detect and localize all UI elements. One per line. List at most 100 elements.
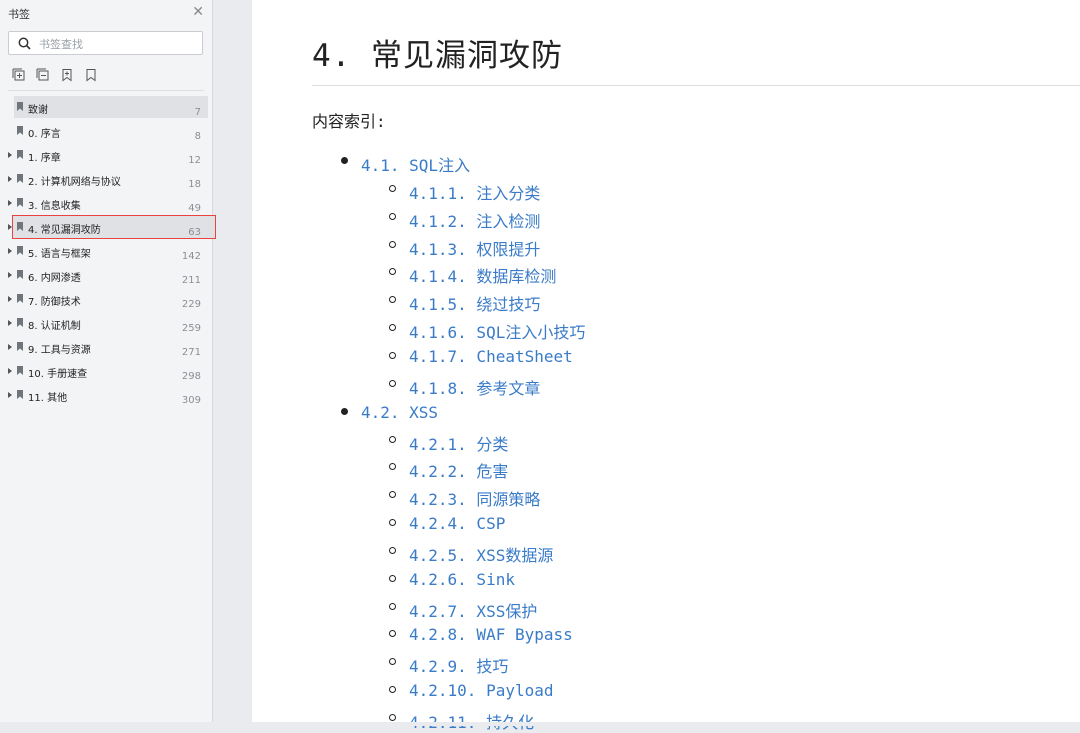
expand-arrow-icon[interactable] (8, 392, 12, 398)
toc-link-text[interactable]: 4.1.3. 权限提升 (409, 236, 540, 260)
circle-bullet-icon (389, 575, 396, 582)
toc-link-text[interactable]: 4.2.8. WAF Bypass (409, 625, 573, 644)
bookmark-item[interactable]: 11. 其他 309 (0, 383, 213, 407)
bookmark-page-number: 49 (188, 203, 201, 214)
circle-bullet-icon (389, 324, 396, 331)
circle-bullet-icon (389, 630, 396, 637)
bookmark-label: 5. 语言与框架 (28, 249, 91, 260)
circle-bullet-icon (389, 296, 396, 303)
bookmark-label: 4. 常见漏洞攻防 (28, 225, 101, 236)
circle-bullet-icon (389, 352, 396, 359)
search-icon (18, 37, 31, 50)
toc-link-text[interactable]: 4.1.8. 参考文章 (409, 375, 540, 399)
expand-all-icon[interactable] (12, 68, 26, 82)
bookmark-item[interactable]: 2. 计算机网络与协议 18 (0, 167, 213, 191)
toc-link-text[interactable]: 4.1.2. 注入检测 (409, 208, 540, 232)
circle-bullet-icon (389, 547, 396, 554)
bookmark-panel: 书签 ✕ 致谢70. 序言81. 序章122. 计算机网络与协议183. 信息收… (0, 0, 216, 726)
bookmark-label: 0. 序言 (28, 129, 61, 140)
expand-arrow-icon[interactable] (8, 272, 12, 278)
expand-arrow-icon[interactable] (8, 176, 12, 182)
bookmark-item[interactable]: 4. 常见漏洞攻防 63 (0, 215, 216, 239)
add-bookmark-icon[interactable] (60, 68, 74, 82)
collapse-all-icon[interactable] (36, 68, 50, 82)
expand-arrow-icon[interactable] (8, 200, 12, 206)
bookmark-page-number: 8 (194, 131, 201, 142)
toc-link-text[interactable]: 4.2.1. 分类 (409, 431, 508, 455)
document-page: 4. 常见漏洞攻防 内容索引: 4.1. SQL注入 4.1.1. 注入分类 4.1… (252, 0, 1080, 732)
bookmark-label: 6. 内网渗透 (28, 273, 81, 284)
toc-link-text[interactable]: 4.1.4. 数据库检测 (409, 263, 556, 287)
circle-bullet-icon (389, 268, 396, 275)
bookmark-icon[interactable] (84, 68, 98, 82)
toc-link-text[interactable]: 4.1.7. CheatSheet (409, 347, 573, 366)
toc-link-text[interactable]: 4.2.9. 技巧 (409, 653, 508, 677)
bookmark-label: 8. 认证机制 (28, 321, 81, 332)
expand-arrow-icon[interactable] (8, 152, 12, 158)
close-icon[interactable]: ✕ (192, 4, 204, 20)
circle-bullet-icon (389, 491, 396, 498)
bookmark-item[interactable]: 3. 信息收集 49 (0, 191, 213, 215)
toc-link-text[interactable]: 4.2.5. XSS数据源 (409, 542, 553, 566)
expand-arrow-icon[interactable] (8, 368, 12, 374)
bookmark-label: 9. 工具与资源 (28, 345, 91, 356)
bookmark-page-number: 18 (188, 179, 201, 190)
circle-bullet-icon (389, 603, 396, 610)
bullet-icon (341, 408, 348, 415)
toc-link-text[interactable]: 4.2.11. 持久化 (409, 709, 534, 733)
circle-bullet-icon (389, 185, 396, 192)
circle-bullet-icon (389, 436, 396, 443)
title-divider (312, 85, 1080, 86)
circle-bullet-icon (389, 241, 396, 248)
toc-link-text[interactable]: 4.1.1. 注入分类 (409, 180, 540, 204)
bookmark-page-number: 7 (194, 107, 201, 118)
bookmark-page-number: 12 (188, 155, 201, 166)
toc-link-text[interactable]: 4.1.5. 绕过技巧 (409, 291, 540, 315)
toc-link-text[interactable]: 4.2.7. XSS保护 (409, 598, 537, 622)
bookmark-label: 2. 计算机网络与协议 (28, 177, 121, 188)
bookmark-label: 致谢 (28, 105, 48, 116)
bookmark-label: 3. 信息收集 (28, 201, 81, 212)
bookmark-item[interactable]: 10. 手册速查 298 (0, 359, 213, 383)
bottom-edge (0, 722, 1080, 726)
expand-arrow-icon[interactable] (8, 296, 12, 302)
circle-bullet-icon (389, 714, 396, 721)
bookmark-item[interactable]: 5. 语言与框架 142 (0, 239, 213, 263)
bookmark-page-number: 298 (181, 371, 201, 382)
bookmark-item[interactable]: 0. 序言 8 (0, 119, 213, 143)
bookmark-item[interactable]: 1. 序章 12 (0, 143, 213, 167)
circle-bullet-icon (389, 380, 396, 387)
bookmark-search-box[interactable] (8, 31, 203, 55)
bookmark-item[interactable]: 6. 内网渗透 211 (0, 263, 213, 287)
circle-bullet-icon (389, 658, 396, 665)
bookmark-item[interactable]: 7. 防御技术 229 (0, 287, 213, 311)
bookmark-item[interactable]: 9. 工具与资源 271 (0, 335, 213, 359)
toc-link-text[interactable]: 4.1.6. SQL注入小技巧 (409, 319, 585, 343)
toc-link-text[interactable]: 4.1. SQL注入 (361, 152, 470, 176)
bookmark-label: 1. 序章 (28, 153, 61, 164)
toc-link-text[interactable]: 4.2. XSS (361, 403, 438, 422)
toc-link-text[interactable]: 4.2.2. 危害 (409, 458, 508, 482)
toc-link-text[interactable]: 4.2.3. 同源策略 (409, 486, 540, 510)
bookmark-page-number: 63 (188, 227, 201, 238)
bookmark-panel-title: 书签 (8, 8, 30, 21)
toc-link-text[interactable]: 4.2.6. Sink (409, 570, 515, 589)
bullet-icon (341, 157, 348, 164)
expand-arrow-icon[interactable] (8, 248, 12, 254)
toc-link-text[interactable]: 4.2.4. CSP (409, 514, 505, 533)
bookmark-item[interactable]: 致谢 7 (0, 95, 213, 119)
bookmark-page-number: 142 (181, 251, 201, 262)
toc-link-text[interactable]: 4.2.10. Payload (409, 681, 554, 700)
page-title: 4. 常见漏洞攻防 (312, 38, 563, 74)
bookmark-item[interactable]: 8. 认证机制 259 (0, 311, 213, 335)
bookmark-page-number: 259 (181, 323, 201, 334)
expand-arrow-icon[interactable] (8, 320, 12, 326)
bookmark-page-number: 309 (181, 395, 201, 406)
bookmark-panel-header: 书签 ✕ (8, 4, 204, 22)
bookmark-label: 10. 手册速查 (28, 369, 88, 380)
expand-arrow-icon[interactable] (8, 224, 12, 230)
bookmark-search-input[interactable] (37, 35, 201, 53)
expand-arrow-icon[interactable] (8, 344, 12, 350)
circle-bullet-icon (389, 686, 396, 693)
bookmark-page-number: 211 (181, 275, 201, 286)
